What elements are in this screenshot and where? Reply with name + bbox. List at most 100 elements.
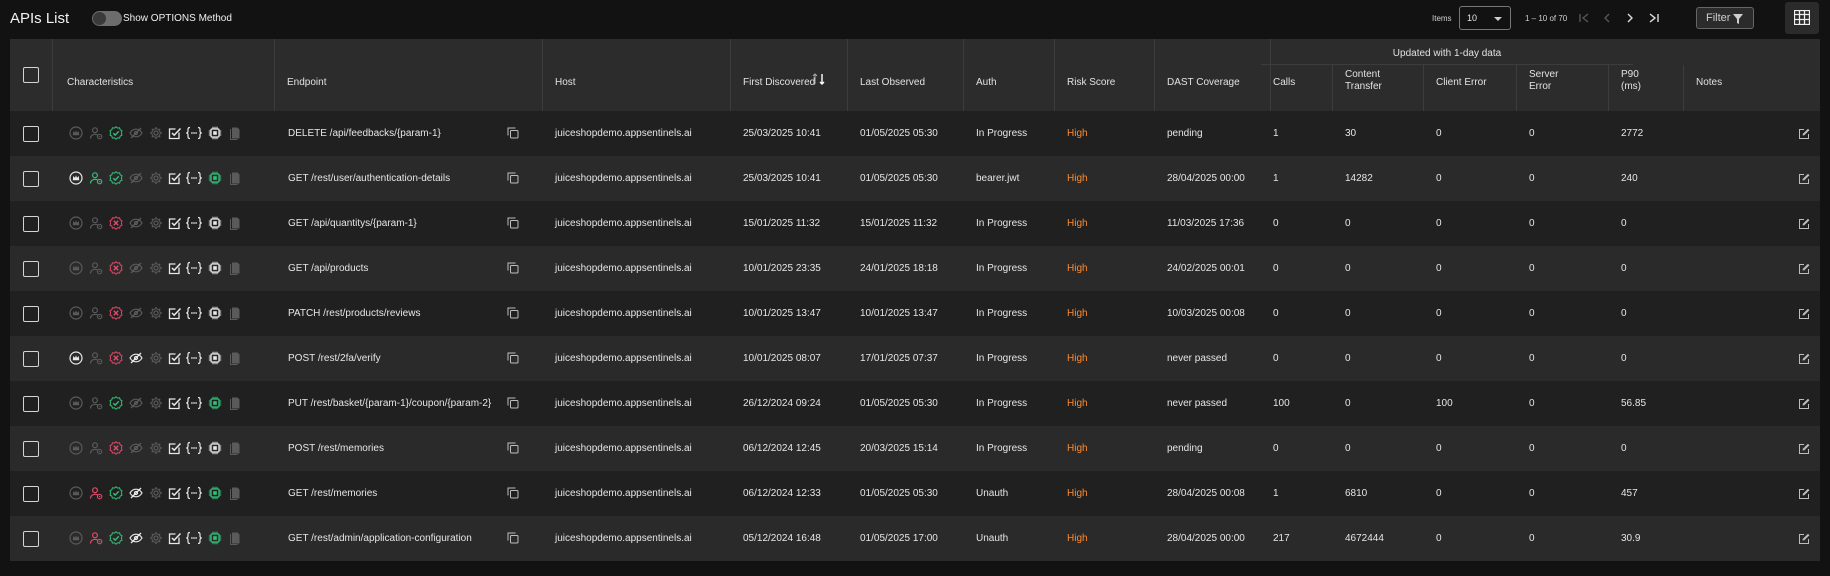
chip-icon <box>208 171 222 185</box>
row-checkbox[interactable] <box>23 261 39 277</box>
column-dast-coverage[interactable]: DAST Coverage <box>1155 39 1271 111</box>
table-row[interactable]: PUT /rest/basket/{param-1}/coupon/{param… <box>10 381 1820 426</box>
prev-page-button[interactable] <box>1597 9 1617 27</box>
endpoint-cell[interactable]: DELETE /api/feedbacks/{param-1} <box>288 111 441 156</box>
last-page-button[interactable] <box>1644 9 1664 27</box>
table-view-button[interactable] <box>1785 2 1819 34</box>
column-risk-score[interactable]: Risk Score <box>1055 39 1155 111</box>
last-observed-cell: 24/01/2025 18:18 <box>860 263 938 274</box>
edit-note-icon[interactable] <box>1798 128 1810 140</box>
first-discovered-cell: 05/12/2024 16:48 <box>743 533 821 544</box>
edit-note-icon[interactable] <box>1798 353 1810 365</box>
table-row[interactable]: GET /api/products juiceshopdemo.appsenti… <box>10 246 1820 291</box>
edit-note-icon[interactable] <box>1798 173 1810 185</box>
copy-icon[interactable] <box>507 217 519 229</box>
eye-off-icon <box>129 261 143 275</box>
file-stack-icon <box>228 396 242 410</box>
endpoint-cell[interactable]: GET /api/products <box>288 246 368 291</box>
row-checkbox[interactable] <box>23 171 39 187</box>
column-host[interactable]: Host <box>543 39 731 111</box>
first-discovered-cell: 25/03/2025 10:41 <box>743 128 821 139</box>
auth-cell: In Progress <box>976 218 1028 229</box>
chip-icon <box>208 396 222 410</box>
endpoint-cell[interactable]: GET /api/quantitys/{param-1} <box>288 201 417 246</box>
eye-off-icon <box>129 171 143 185</box>
json-braces-icon <box>186 171 202 185</box>
column-auth[interactable]: Auth <box>964 39 1055 111</box>
endpoint-cell[interactable]: GET /rest/memories <box>288 471 377 516</box>
column-endpoint[interactable]: Endpoint <box>275 39 543 111</box>
row-checkbox[interactable] <box>23 441 39 457</box>
edit-note-icon[interactable] <box>1798 443 1810 455</box>
content-transfer-cell: 6810 <box>1345 488 1368 499</box>
copy-icon[interactable] <box>507 532 519 544</box>
row-checkbox[interactable] <box>23 396 39 412</box>
edit-note-icon[interactable] <box>1798 488 1810 500</box>
endpoint-cell[interactable]: PATCH /rest/products/reviews <box>288 291 420 336</box>
copy-icon[interactable] <box>507 307 519 319</box>
verified-badge-icon <box>109 306 123 320</box>
auth-cell: bearer.jwt <box>976 173 1020 184</box>
table-row[interactable]: POST /rest/2fa/verify juiceshopdemo.apps… <box>10 336 1820 381</box>
column-first-discovered[interactable]: First Discovered <box>731 39 848 111</box>
show-options-toggle[interactable] <box>92 11 122 26</box>
json-braces-icon <box>186 531 202 545</box>
row-checkbox[interactable] <box>23 216 39 232</box>
user-auth-icon <box>89 261 103 275</box>
table-row[interactable]: POST /rest/memories juiceshopdemo.appsen… <box>10 426 1820 471</box>
json-braces-icon <box>186 441 202 455</box>
endpoint-cell[interactable]: GET /rest/admin/application-configuratio… <box>288 516 472 561</box>
dast-coverage-cell: 28/04/2025 00:00 <box>1167 533 1245 544</box>
endpoint-cell[interactable]: PUT /rest/basket/{param-1}/coupon/{param… <box>288 381 491 426</box>
column-server-error[interactable]: Server Error <box>1517 65 1609 111</box>
sort-icon[interactable] <box>812 73 826 85</box>
column-p90[interactable]: P90 (ms) <box>1609 65 1684 111</box>
row-checkbox[interactable] <box>23 351 39 367</box>
copy-icon[interactable] <box>507 262 519 274</box>
column-last-observed[interactable]: Last Observed <box>848 39 964 111</box>
column-client-error[interactable]: Client Error <box>1424 65 1517 111</box>
copy-icon[interactable] <box>507 442 519 454</box>
crown-badge-icon <box>69 531 83 545</box>
next-page-button[interactable] <box>1620 9 1640 27</box>
edit-note-icon[interactable] <box>1798 218 1810 230</box>
copy-icon[interactable] <box>507 172 519 184</box>
table-row[interactable]: GET /api/quantitys/{param-1} juiceshopde… <box>10 201 1820 246</box>
table-row[interactable]: GET /rest/user/authentication-details ju… <box>10 156 1820 201</box>
row-checkbox[interactable] <box>23 531 39 547</box>
items-per-page-select[interactable]: 10 <box>1459 6 1511 30</box>
table-row[interactable]: GET /rest/memories juiceshopdemo.appsent… <box>10 471 1820 516</box>
endpoint-cell[interactable]: POST /rest/memories <box>288 426 384 471</box>
copy-icon[interactable] <box>507 127 519 139</box>
endpoint-cell[interactable]: POST /rest/2fa/verify <box>288 336 381 381</box>
chip-icon <box>208 351 222 365</box>
endpoint-cell[interactable]: GET /rest/user/authentication-details <box>288 156 450 201</box>
column-notes[interactable]: Notes <box>1684 39 1820 111</box>
select-all-checkbox[interactable] <box>23 67 39 83</box>
calls-cell: 100 <box>1273 398 1290 409</box>
copy-icon[interactable] <box>507 487 519 499</box>
pagination-range: 1 – 10 of 70 <box>1525 14 1568 23</box>
edit-note-icon[interactable] <box>1798 308 1810 320</box>
table-row[interactable]: DELETE /api/feedbacks/{param-1} juicesho… <box>10 111 1820 156</box>
filter-button[interactable]: Filter <box>1696 7 1754 29</box>
calls-cell: 0 <box>1273 443 1279 454</box>
table-row[interactable]: GET /rest/admin/application-configuratio… <box>10 516 1820 561</box>
row-checkbox[interactable] <box>23 306 39 322</box>
checked-doc-icon <box>168 441 182 455</box>
file-stack-icon <box>228 261 242 275</box>
row-checkbox[interactable] <box>23 126 39 142</box>
edit-note-icon[interactable] <box>1798 533 1810 545</box>
column-characteristics[interactable]: Characteristics <box>53 39 275 111</box>
table-row[interactable]: PATCH /rest/products/reviews juiceshopde… <box>10 291 1820 336</box>
column-content-transfer[interactable]: Content Transfer <box>1333 65 1424 111</box>
copy-icon[interactable] <box>507 397 519 409</box>
copy-icon[interactable] <box>507 352 519 364</box>
edit-note-icon[interactable] <box>1798 263 1810 275</box>
edit-note-icon[interactable] <box>1798 398 1810 410</box>
first-page-button[interactable] <box>1574 9 1594 27</box>
row-checkbox[interactable] <box>23 486 39 502</box>
file-stack-icon <box>228 441 242 455</box>
column-calls[interactable]: Calls <box>1261 65 1333 111</box>
server-error-cell: 0 <box>1529 443 1535 454</box>
